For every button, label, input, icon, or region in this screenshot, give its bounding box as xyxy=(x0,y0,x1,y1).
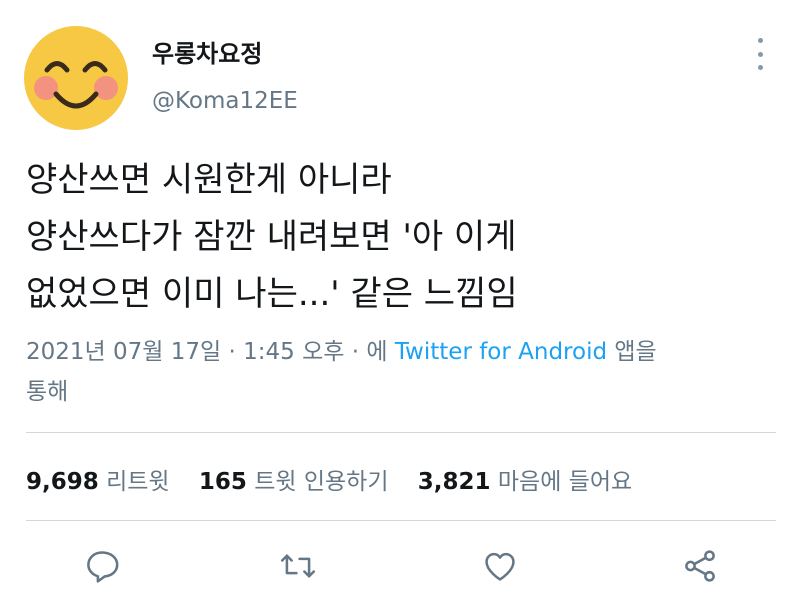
retweet-icon xyxy=(280,554,316,578)
source-link[interactable]: Twitter for Android xyxy=(395,339,607,365)
tweet-actions xyxy=(0,544,800,592)
tweet-text-line: 양산쓰다가 잠깐 내려보면 '아 이게 xyxy=(26,217,517,257)
like-label: 마음에 들어요 xyxy=(497,469,633,495)
quote-count[interactable]: 165 트윗 인용하기 xyxy=(199,462,389,496)
tweet-text-line: 양산쓰면 시원한게 아니라 xyxy=(26,160,392,200)
share-icon xyxy=(685,550,715,582)
more-options-icon[interactable] xyxy=(748,34,772,74)
reply-icon xyxy=(87,551,119,583)
divider xyxy=(26,520,776,521)
source-suffix: 앱을 xyxy=(614,339,657,365)
tweet-text-line: 없었으면 이미 나는...' 같은 느낌임 xyxy=(26,274,518,314)
smiling-face-icon xyxy=(24,26,128,130)
tweet-meta: 2021년 07월 17일 · 1:45 오후 · 에 Twitter for … xyxy=(26,332,786,412)
like-number: 3,821 xyxy=(417,469,491,495)
share-button[interactable] xyxy=(678,544,722,588)
meta-separator: · xyxy=(228,339,236,365)
tweet-text: 양산쓰면 시원한게 아니라 양산쓰다가 잠깐 내려보면 '아 이게 없었으면 이… xyxy=(26,152,786,323)
retweet-number: 9,698 xyxy=(26,469,99,495)
like-count[interactable]: 3,821 마음에 들어요 xyxy=(418,462,632,496)
retweet-count[interactable]: 9,698 리트윗 xyxy=(26,462,170,496)
display-name[interactable]: 우롱차요정 xyxy=(152,34,262,69)
reply-button[interactable] xyxy=(80,544,124,588)
tweet-stats: 9,698 리트윗 165 트윗 인용하기 3,821 마음에 들어요 xyxy=(26,462,786,496)
source-prefix: 에 xyxy=(366,339,388,365)
user-handle[interactable]: @Koma12EE xyxy=(152,88,298,114)
tweet-date[interactable]: 2021년 07월 17일 xyxy=(26,339,221,365)
quote-number: 165 xyxy=(198,469,247,495)
like-button[interactable] xyxy=(478,544,522,588)
quote-label: 트윗 인용하기 xyxy=(254,469,389,495)
source-suffix-2: 통해 xyxy=(26,379,69,405)
divider xyxy=(26,432,776,433)
meta-separator: · xyxy=(351,339,360,365)
tweet-card: 우롱차요정 @Koma12EE 양산쓰면 시원한게 아니라 양산쓰다가 잠깐 내… xyxy=(0,0,800,600)
avatar[interactable] xyxy=(22,24,130,132)
retweet-button[interactable] xyxy=(276,544,320,588)
like-icon xyxy=(485,552,515,581)
retweet-label: 리트윗 xyxy=(106,469,170,495)
tweet-time[interactable]: 1:45 오후 xyxy=(243,339,344,365)
